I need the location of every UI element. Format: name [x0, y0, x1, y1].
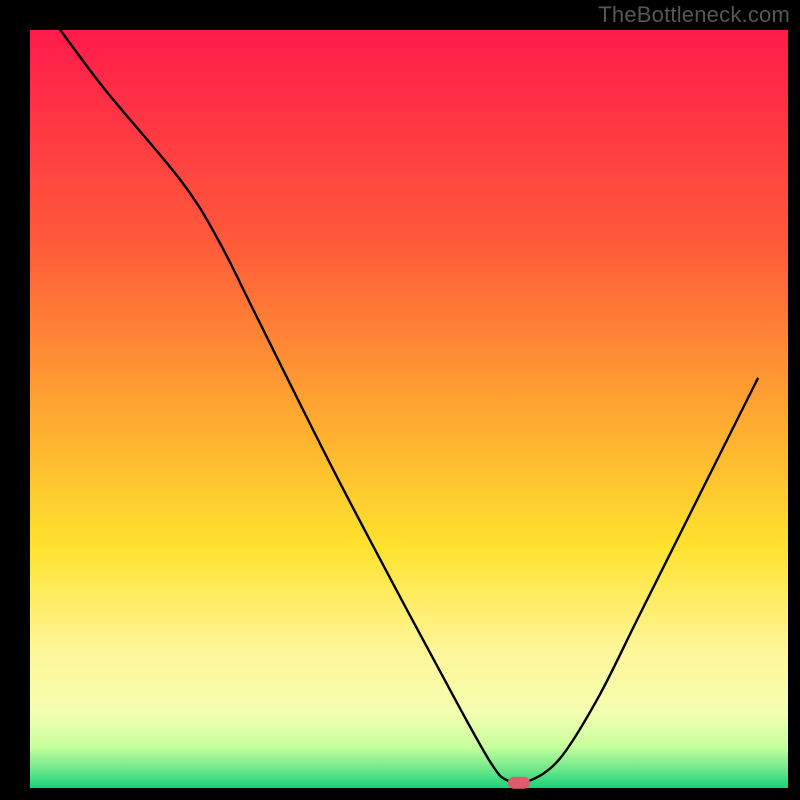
watermark-text: TheBottleneck.com — [598, 2, 790, 28]
optimum-marker — [508, 777, 530, 789]
chart-frame: TheBottleneck.com — [0, 0, 800, 800]
bottleneck-chart — [0, 0, 800, 800]
plot-background — [30, 30, 788, 788]
